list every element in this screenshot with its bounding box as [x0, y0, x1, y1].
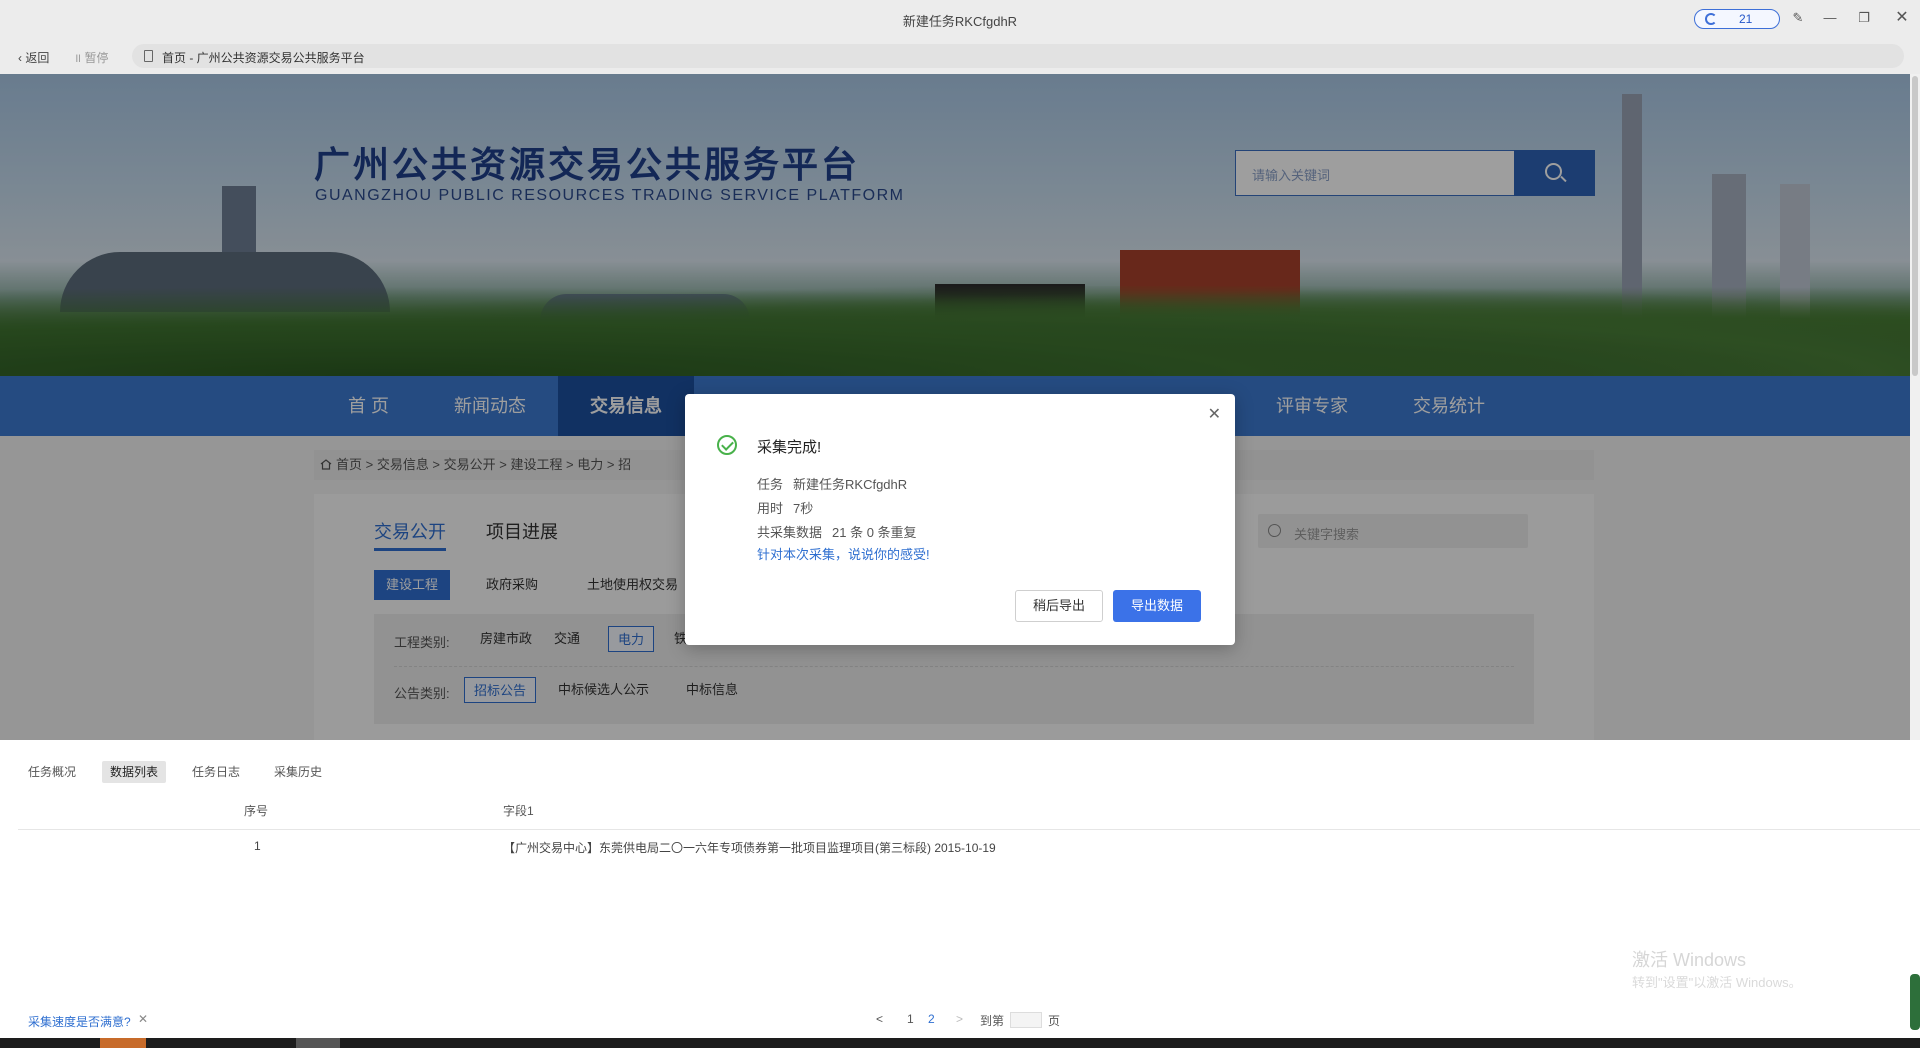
time-value: 7秒	[793, 501, 814, 516]
pager-prev-button[interactable]: <	[876, 1012, 883, 1026]
tab-task-log[interactable]: 任务日志	[192, 761, 240, 783]
page-scrollbar[interactable]	[1910, 74, 1920, 740]
pause-icon: ॥	[74, 51, 85, 65]
browser-navbar: ‹ 返回 ॥ 暂停 首页 - 广州公共资源交易公共服务平台	[0, 38, 1920, 74]
back-button[interactable]: ‹ 返回	[18, 49, 49, 66]
column-header-index[interactable]: 序号	[244, 802, 268, 819]
tab-collection-history[interactable]: 采集历史	[274, 761, 322, 783]
os-taskbar	[0, 1038, 1920, 1048]
dialog-title: 采集完成!	[757, 439, 822, 456]
collection-complete-dialog: ✕ 采集完成! 任务 新建任务RKCfgdhR 用时 7秒 共采集数据 21 条 0 …	[685, 394, 1235, 645]
time-label: 用时	[757, 501, 784, 516]
pager-goto-label: 到第	[980, 1014, 1005, 1028]
taskbar-app[interactable]	[100, 1038, 146, 1048]
tab-data-list[interactable]: 数据列表	[102, 761, 167, 783]
data-label: 共采集数据	[757, 525, 823, 540]
data-value: 21 条 0 条重复	[832, 525, 917, 540]
pager-unit-label: 页	[1048, 1014, 1061, 1028]
window-titlebar: 新建任务RKCfgdhR 21 ✎ — ❐ ✕	[0, 0, 1920, 38]
check-circle-icon	[717, 435, 737, 455]
windows-activation-sub: 转到"设置"以激活 Windows。	[1632, 975, 1802, 990]
back-label: 返回	[25, 51, 50, 65]
pause-button[interactable]: ॥ 暂停	[74, 49, 109, 66]
speed-feedback-link[interactable]: 采集速度是否满意?	[28, 1013, 131, 1030]
close-icon[interactable]: ✕	[1208, 404, 1221, 424]
pause-label: 暂停	[84, 51, 109, 65]
scrollbar-thumb[interactable]	[1912, 76, 1918, 376]
close-icon[interactable]: ✕	[1894, 10, 1910, 26]
table-cell-index: 1	[254, 839, 261, 853]
tab-task-overview[interactable]: 任务概况	[28, 761, 76, 783]
task-value: 新建任务RKCfgdhR	[793, 477, 908, 492]
loading-spinner-icon	[1705, 13, 1717, 25]
data-row: 共采集数据 21 条 0 条重复	[757, 522, 917, 541]
address-bar[interactable]: 首页 - 广州公共资源交易公共服务平台	[132, 44, 1904, 68]
mini-scrollbar[interactable]	[1910, 974, 1920, 1030]
page-icon	[144, 50, 153, 62]
minimize-icon[interactable]: —	[1822, 10, 1838, 26]
task-count: 21	[1739, 12, 1753, 26]
table-cell-field1: 【广州交易中心】东莞供电局二〇一六年专项债券第一批项目监理项目(第三标段) 20…	[503, 841, 996, 855]
restore-icon[interactable]: ❐	[1856, 10, 1872, 26]
edit-icon[interactable]: ✎	[1790, 10, 1806, 26]
task-data-panel: 任务概况 数据列表 任务日志 采集历史 序号 字段1 1 【广州交易中心】东莞供…	[0, 740, 1920, 1038]
feedback-link[interactable]: 针对本次采集，说说你的感受!	[757, 544, 930, 563]
pager-next-button[interactable]: >	[956, 1012, 963, 1026]
taskbar-app[interactable]	[296, 1038, 340, 1048]
address-text: 首页 - 广州公共资源交易公共服务平台	[162, 51, 365, 65]
pager-page[interactable]: 1	[907, 1012, 914, 1026]
export-data-button[interactable]: 导出数据	[1113, 590, 1201, 622]
task-label: 任务	[757, 477, 784, 492]
export-later-button[interactable]: 稍后导出	[1015, 590, 1103, 622]
pager-page-current[interactable]: 2	[928, 1012, 935, 1026]
pager-goto-input[interactable]	[1010, 1012, 1042, 1028]
column-header-field1[interactable]: 字段1	[503, 802, 534, 819]
close-icon[interactable]: ✕	[138, 1012, 148, 1026]
windows-activation-title: 激活 Windows	[1632, 950, 1747, 970]
running-task-indicator[interactable]: 21	[1694, 9, 1780, 29]
task-row: 任务 新建任务RKCfgdhR	[757, 474, 907, 493]
window-title: 新建任务RKCfgdhR	[902, 14, 1018, 29]
table-header-divider	[18, 829, 1920, 830]
time-row: 用时 7秒	[757, 498, 813, 517]
